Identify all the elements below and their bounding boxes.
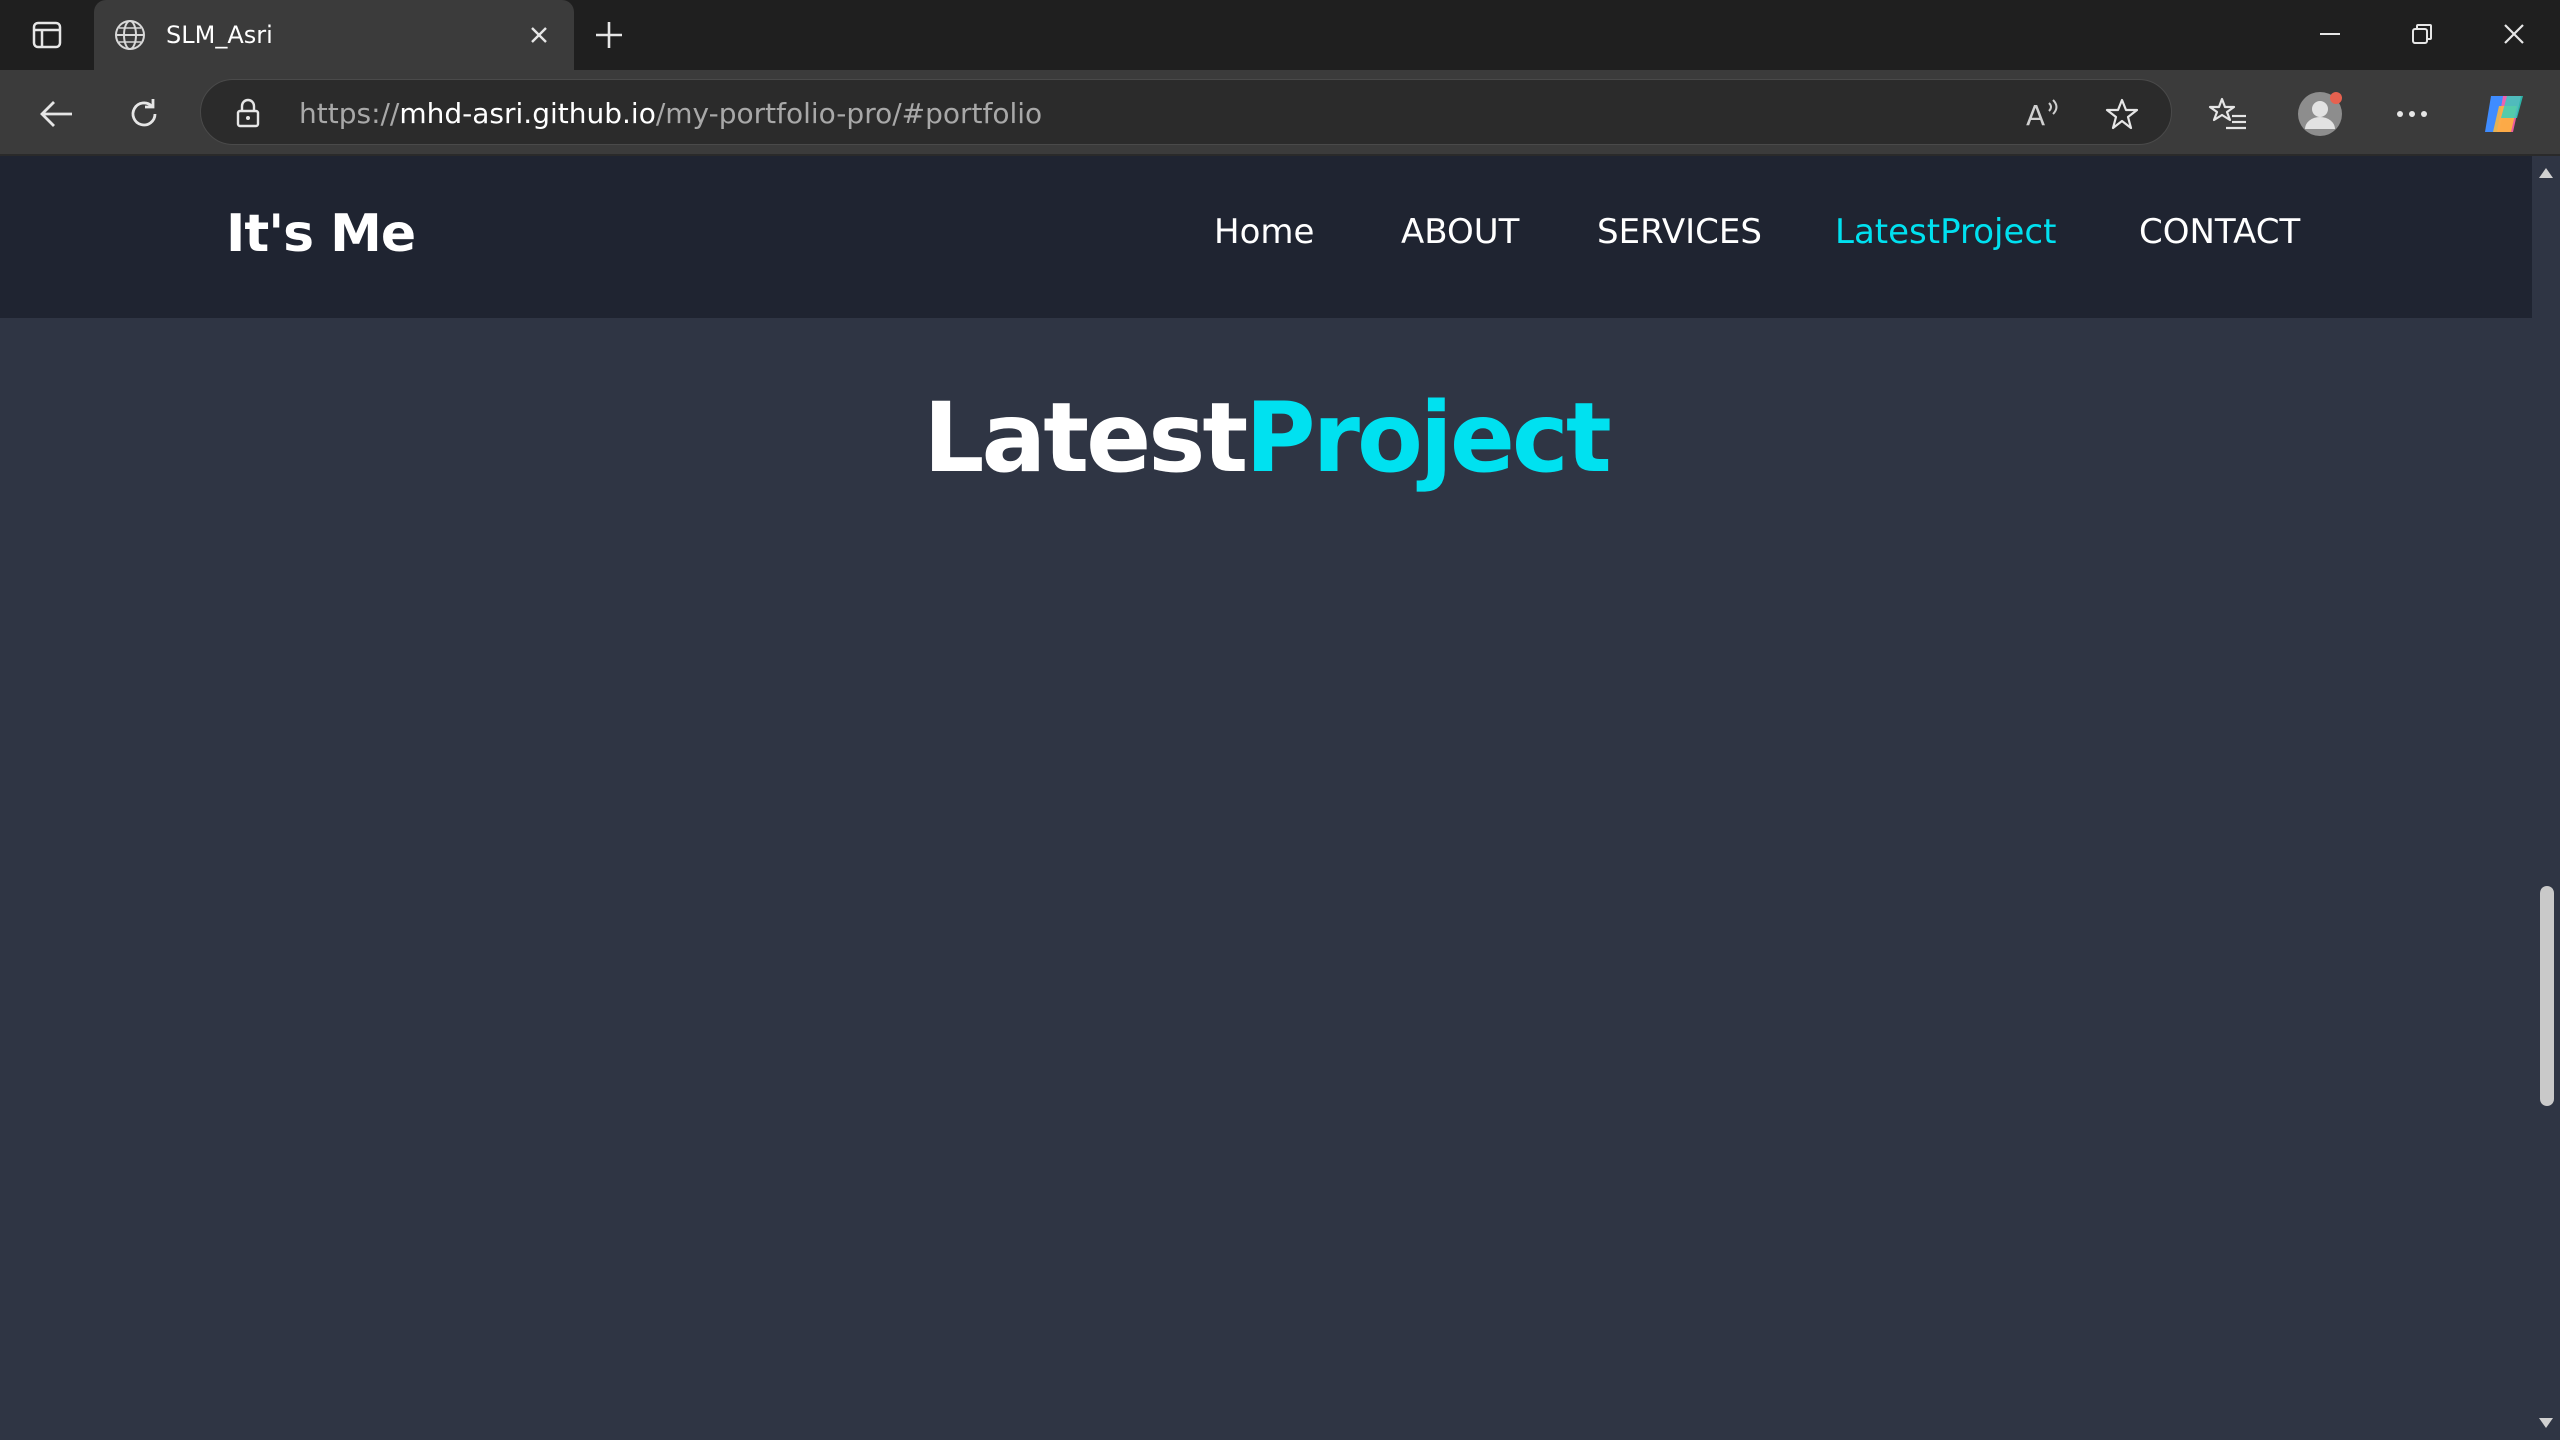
reload-icon[interactable] <box>118 88 170 140</box>
address-bar[interactable]: https://mhd-asri.github.io/my-portfolio-… <box>200 79 2172 145</box>
site-header: It's Me Home ABOUT SERVICES LatestProjec… <box>0 156 2532 318</box>
scrollbar[interactable] <box>2532 156 2560 1440</box>
tab-title: SLM_Asri <box>166 21 273 49</box>
nav-services[interactable]: SERVICES <box>1597 212 1762 252</box>
url-host: mhd-asri.github.io <box>399 97 656 130</box>
section-title-part2: Project <box>1245 382 1611 494</box>
read-aloud-icon[interactable]: A <box>2021 93 2063 135</box>
nav-latest-project[interactable]: LatestProject <box>1835 212 2056 252</box>
url-path: /my-portfolio-pro/#portfolio <box>655 97 1043 130</box>
scroll-up-icon[interactable] <box>2538 166 2554 180</box>
page-viewport: It's Me Home ABOUT SERVICES LatestProjec… <box>0 156 2532 1440</box>
tab-strip: SLM_Asri <box>0 0 2560 70</box>
tab-actions-icon[interactable] <box>20 14 74 56</box>
section-title: LatestProject <box>0 382 2532 494</box>
scroll-down-icon[interactable] <box>2538 1416 2554 1430</box>
copilot-icon[interactable] <box>2478 88 2530 140</box>
browser-tab[interactable]: SLM_Asri <box>94 0 574 70</box>
svg-text:A: A <box>2026 99 2045 129</box>
globe-icon <box>108 13 152 57</box>
back-arrow-icon[interactable] <box>30 88 82 140</box>
scrollbar-thumb[interactable] <box>2540 886 2554 1106</box>
nav-about[interactable]: ABOUT <box>1401 212 1519 252</box>
close-icon[interactable] <box>518 14 560 56</box>
url-text[interactable]: https://mhd-asri.github.io/my-portfolio-… <box>299 97 1042 130</box>
plus-icon[interactable] <box>586 12 632 58</box>
nav-home[interactable]: Home <box>1214 212 1314 252</box>
minimize-icon[interactable] <box>2294 8 2366 60</box>
profile-icon[interactable] <box>2294 88 2346 140</box>
url-scheme: https:// <box>299 97 400 130</box>
favorites-list-icon[interactable] <box>2202 88 2254 140</box>
section-title-part1: Latest <box>923 382 1248 494</box>
more-icon[interactable] <box>2386 88 2438 140</box>
restore-icon[interactable] <box>2386 8 2458 60</box>
address-toolbar: https://mhd-asri.github.io/my-portfolio-… <box>0 70 2560 156</box>
nav-contact[interactable]: CONTACT <box>2139 212 2300 252</box>
lock-icon[interactable] <box>231 96 265 130</box>
site-logo[interactable]: It's Me <box>226 204 416 264</box>
star-icon[interactable] <box>2101 93 2143 135</box>
window-close-icon[interactable] <box>2478 8 2550 60</box>
